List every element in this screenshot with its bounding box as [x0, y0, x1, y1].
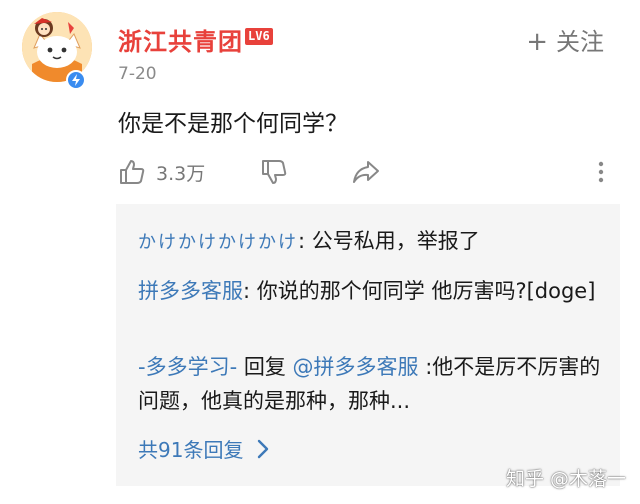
reply-separator: :: [243, 279, 257, 303]
post-date: 7-20: [118, 64, 157, 84]
like-count: 3.3万: [156, 162, 206, 185]
chevron-right-icon: [258, 439, 269, 458]
reply-user[interactable]: 拼多多客服: [138, 279, 243, 303]
reply-label: 回复: [237, 355, 293, 379]
follow-label: 关注: [556, 28, 604, 56]
comment-screen: 浙江共青团 LV6 + 关注 7-20 你是不是那个何同学？ 3.3万 かけかけ…: [0, 0, 640, 504]
dislike-button[interactable]: [260, 158, 288, 190]
more-icon: [598, 161, 604, 183]
level-badge: LV6: [245, 28, 273, 45]
share-icon: [353, 161, 379, 183]
watermark: 知乎 @木落一: [505, 468, 626, 490]
share-button[interactable]: [352, 158, 380, 190]
reply-text: 公号私用，举报了: [311, 229, 480, 253]
reply-user[interactable]: -多多学习-: [138, 355, 237, 379]
reply-item[interactable]: -多多学习- 回复 @拼多多客服 :他不是厉不厉害的问题，他真的是那种，那种..…: [138, 350, 608, 418]
author-name[interactable]: 浙江共青团: [118, 22, 243, 57]
action-bar: 3.3万: [118, 154, 618, 190]
reply-box: かけかけかけかけ: 公号私用，举报了 拼多多客服: 你说的那个何同学 他厉害吗?…: [116, 204, 620, 486]
reply-user[interactable]: かけかけかけかけ: [138, 232, 298, 253]
like-button[interactable]: 3.3万: [118, 154, 205, 190]
follow-button[interactable]: + 关注: [526, 22, 604, 57]
reply-separator: :: [298, 229, 312, 253]
reply-text: 你说的那个何同学 他厉害吗?[doge]: [256, 279, 596, 303]
verified-badge-icon: [66, 70, 86, 90]
plus-icon: +: [526, 27, 548, 57]
more-replies-link[interactable]: 共91条回复: [138, 434, 269, 463]
reply-mention[interactable]: @拼多多客服: [293, 355, 419, 379]
reply-item[interactable]: 拼多多客服: 你说的那个何同学 他厉害吗?[doge]: [138, 274, 608, 308]
thumbs-down-icon: [262, 160, 287, 184]
more-replies-label: 共91条回复: [138, 438, 244, 462]
reply-item[interactable]: かけかけかけかけ: 公号私用，举报了: [138, 224, 608, 260]
comment-text: 你是不是那个何同学？: [118, 111, 348, 137]
reply-separator: :: [418, 355, 433, 379]
more-button[interactable]: [594, 158, 608, 190]
thumbs-up-icon: [120, 160, 145, 184]
